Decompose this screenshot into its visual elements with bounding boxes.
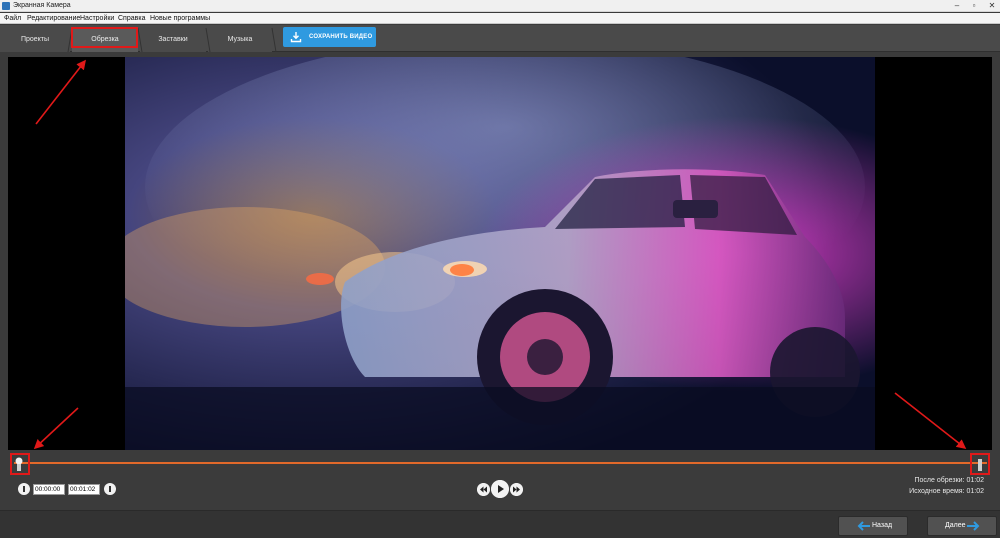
skip-back-icon[interactable] <box>477 483 490 496</box>
menu-bar: Файл Редактирование Настройки Справка Но… <box>0 13 1000 24</box>
app-icon <box>2 2 10 10</box>
set-start-marker-button[interactable] <box>18 483 30 495</box>
start-time-field[interactable]: 00:00:00 <box>33 484 65 495</box>
trim-start-highlight <box>10 453 30 475</box>
menu-settings[interactable]: Настройки <box>80 13 114 24</box>
save-video-button[interactable]: СОХРАНИТЬ ВИДЕО <box>283 27 376 47</box>
after-trim-row: После обрезки: 01:02 <box>909 475 985 486</box>
back-label: Назад <box>872 522 893 529</box>
trim-tab-highlight <box>71 27 138 48</box>
after-trim-label: После обрезки: <box>914 477 965 484</box>
tab-separators <box>67 27 277 52</box>
restore-button[interactable]: ▫ <box>968 0 980 12</box>
download-icon <box>290 32 302 43</box>
arrow-right-icon <box>967 521 980 531</box>
menu-file[interactable]: Файл <box>4 13 21 24</box>
end-time-field[interactable]: 00:01:02 <box>68 484 100 495</box>
after-trim-value: 01:02 <box>966 477 984 484</box>
menu-help[interactable]: Справка <box>118 13 145 24</box>
back-button[interactable]: Назад <box>838 516 908 536</box>
trim-end-highlight <box>970 453 990 475</box>
screen-camera-app: Экранная Камера – ▫ ✕ Файл Редактировани… <box>0 0 1000 538</box>
title-bar: Экранная Камера – ▫ ✕ <box>0 0 1000 12</box>
video-preview[interactable] <box>8 57 992 450</box>
window-title: Экранная Камера <box>13 2 71 9</box>
video-frame <box>125 57 875 450</box>
original-time-label: Исходное время: <box>909 488 965 495</box>
set-end-marker-button[interactable] <box>104 483 116 495</box>
trim-info-panel: После обрезки: 01:02 Исходное время: 01:… <box>909 475 984 497</box>
minimize-button[interactable]: – <box>951 0 963 12</box>
next-label: Далее <box>945 522 966 529</box>
menu-edit[interactable]: Редактирование <box>27 13 80 24</box>
original-time-row: Исходное время: 01:02 <box>909 486 984 497</box>
save-video-label: СОХРАНИТЬ ВИДЕО <box>309 34 373 40</box>
skip-forward-icon[interactable] <box>510 483 523 496</box>
timeline-track[interactable] <box>14 462 987 464</box>
close-button[interactable]: ✕ <box>986 0 998 12</box>
tab-bar: Проекты Обрезка Заставки Музыка <box>0 25 1000 52</box>
next-button[interactable]: Далее <box>927 516 997 536</box>
arrow-left-icon <box>857 521 870 531</box>
video-still-image <box>125 57 875 450</box>
play-icon[interactable] <box>491 480 509 498</box>
original-time-value: 01:02 <box>966 488 984 495</box>
menu-new-programs[interactable]: Новые программы <box>150 13 210 24</box>
